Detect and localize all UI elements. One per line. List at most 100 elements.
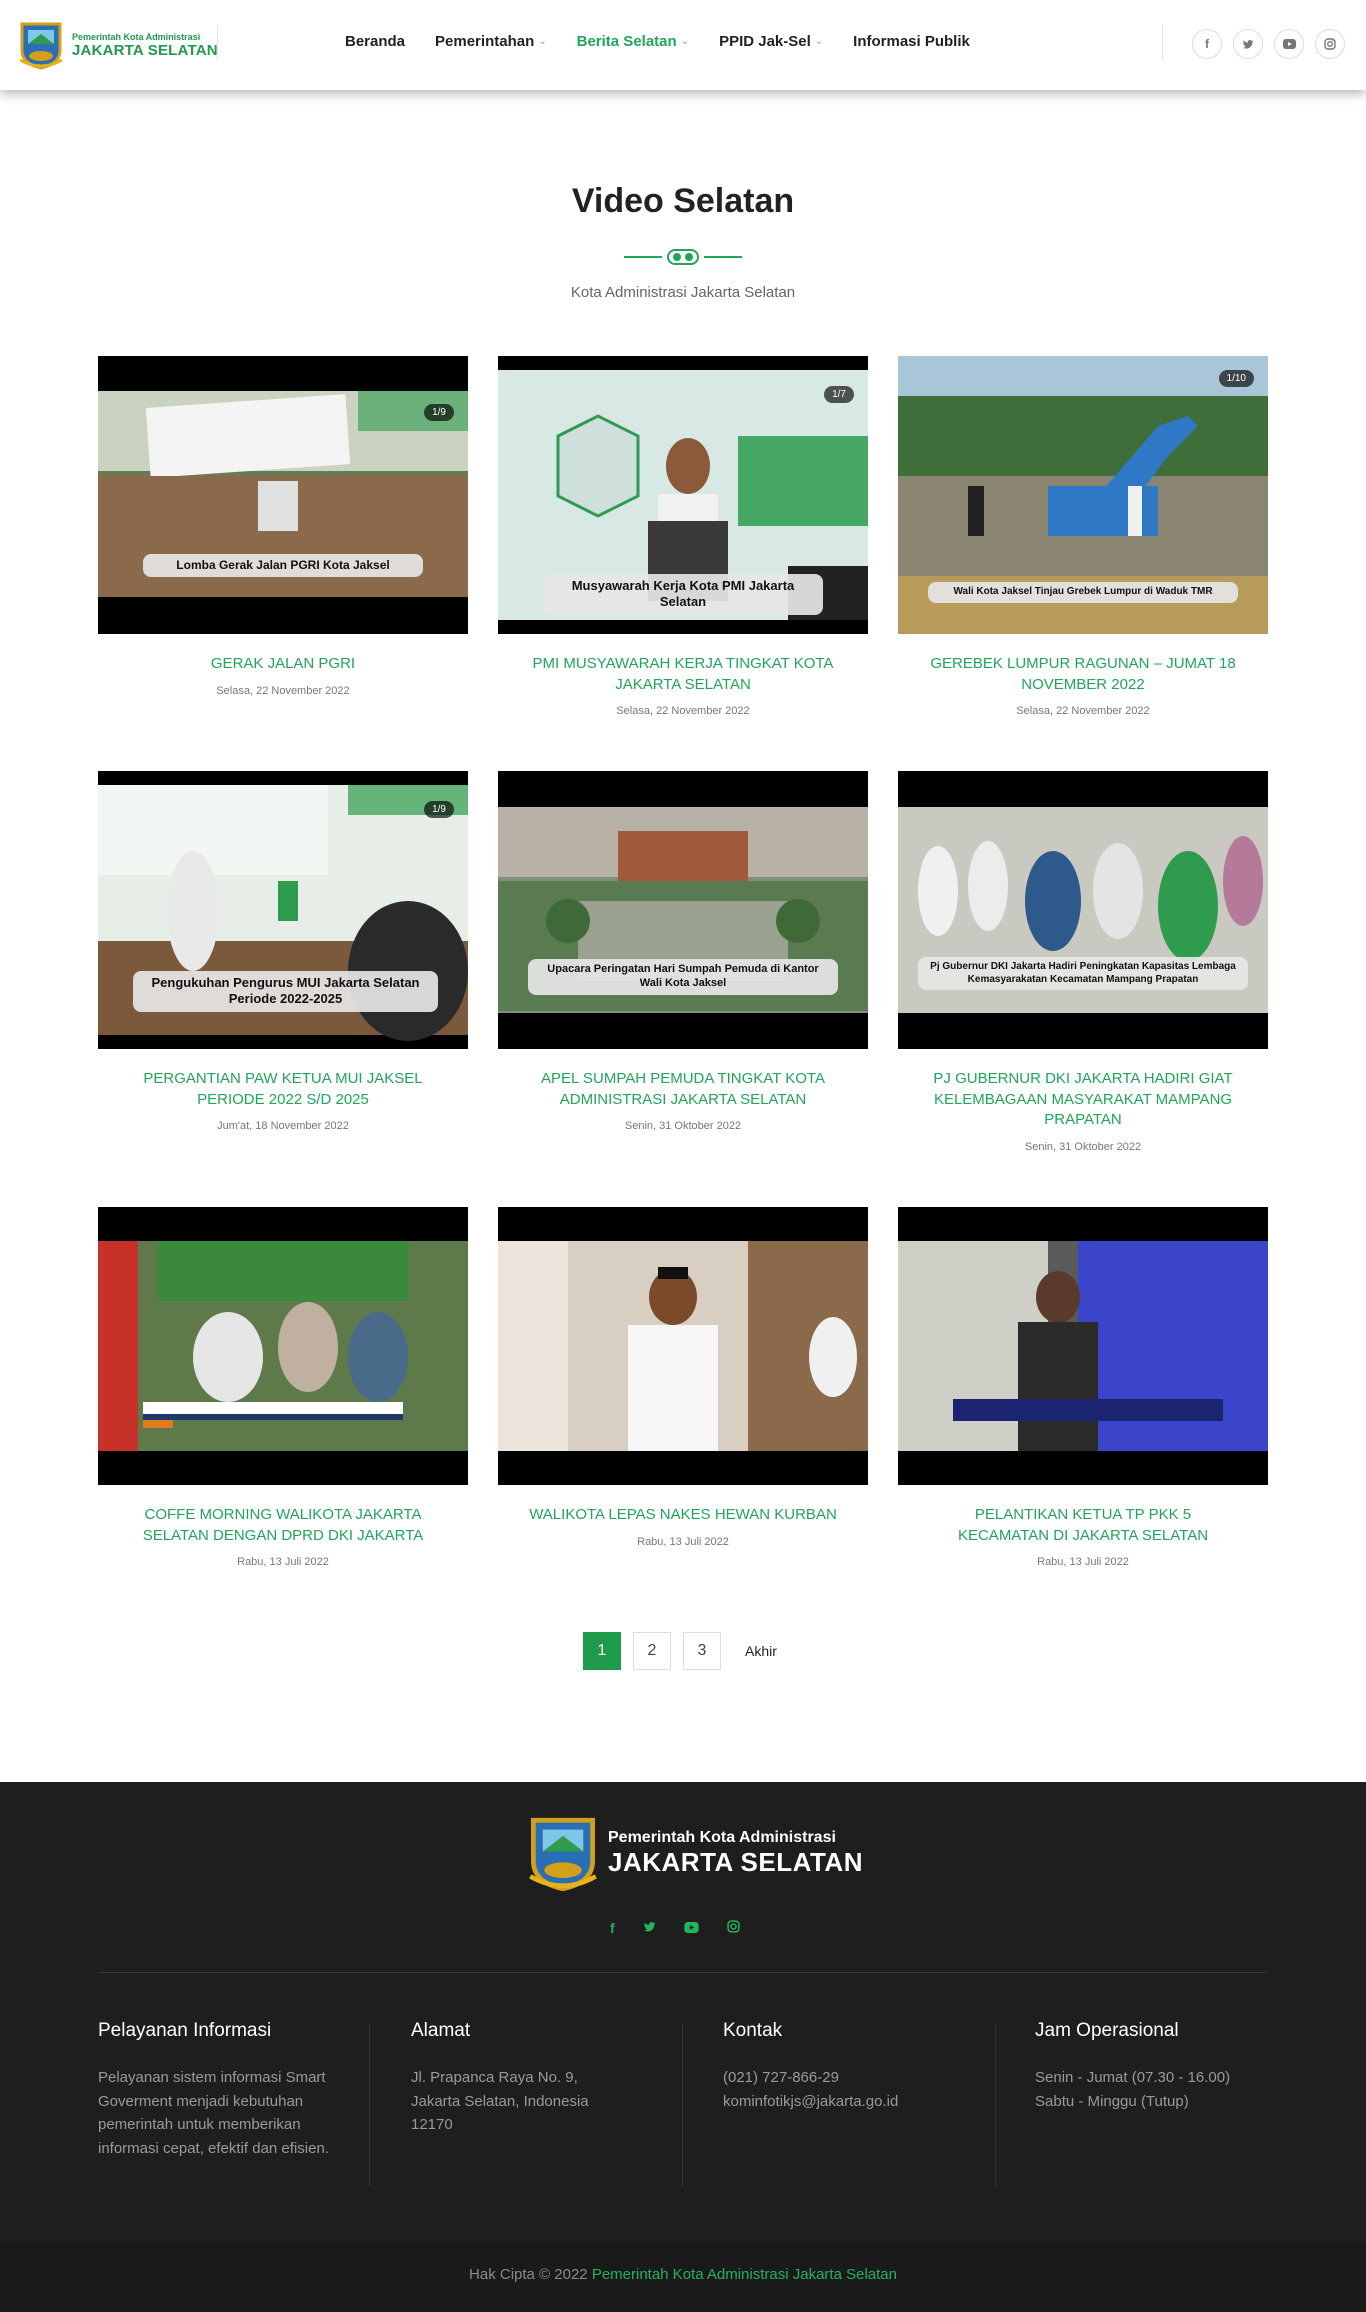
thumbnail-caption: Upacara Peringatan Hari Sumpah Pemuda di…	[528, 959, 838, 995]
header-social: f	[1162, 24, 1345, 60]
footer-social: f	[610, 1920, 740, 1936]
video-date: Senin, 31 Oktober 2022	[624, 1120, 742, 1133]
video-card[interactable]: Pj Gubernur DKI Jakarta Hadiri Peningkat…	[898, 771, 1268, 1153]
video-date: Selasa, 22 November 2022	[1016, 705, 1150, 718]
chevron-down-icon: ⌄	[680, 36, 690, 47]
video-thumbnail[interactable]: Pj Gubernur DKI Jakarta Hadiri Peningkat…	[898, 771, 1268, 1049]
video-card[interactable]: 1/7 Musyawarah Kerja Kota PMI Jakarta Se…	[498, 356, 868, 717]
youtube-icon[interactable]	[684, 1920, 699, 1936]
video-card[interactable]: 1/9 Pengukuhan Pengurus MUI Jakarta Sela…	[98, 771, 468, 1132]
video-card[interactable]: WALIKOTA LEPAS NAKES HEWAN KURBAN Rabu, …	[498, 1207, 868, 1548]
video-title[interactable]: PERGANTIAN PAW KETUA MUI JAKSEL PERIODE …	[98, 1069, 468, 1110]
facebook-icon[interactable]: f	[1192, 29, 1222, 59]
thumbnail-image	[898, 1241, 1268, 1451]
thumbnail-image	[98, 391, 468, 597]
logo-big-text: JAKARTA SELATAN	[72, 41, 218, 59]
nav-item-informasi-publik[interactable]: Informasi Publik	[853, 33, 970, 50]
nav-label: PPID Jak-Sel	[719, 33, 811, 50]
page-2-button[interactable]: 2	[633, 1632, 671, 1670]
footer-col-divider	[995, 2024, 996, 2186]
video-title[interactable]: APEL SUMPAH PEMUDA TINGKAT KOTA ADMINIST…	[498, 1069, 868, 1110]
site-logo[interactable]: Pemerintah Kota Administrasi JAKARTA SEL…	[18, 20, 218, 70]
video-title[interactable]: PMI MUSYAWARAH KERJA TINGKAT KOTA JAKART…	[498, 654, 868, 695]
page-1-button[interactable]: 1	[583, 1632, 621, 1670]
crest-icon	[19, 22, 63, 70]
thumbnail-image	[498, 807, 868, 1013]
instagram-icon[interactable]	[1315, 29, 1345, 59]
last-page-link[interactable]: Akhir	[733, 1643, 777, 1659]
video-thumbnail[interactable]: 1/9 Lomba Gerak Jalan PGRI Kota Jaksel	[98, 356, 468, 634]
video-date: Rabu, 13 Juli 2022	[1037, 1556, 1129, 1569]
nav-item-beranda[interactable]: Beranda	[345, 33, 405, 50]
slide-counter: 1/9	[424, 404, 454, 421]
video-thumbnail[interactable]: Upacara Peringatan Hari Sumpah Pemuda di…	[498, 771, 868, 1049]
video-title[interactable]: GEREBEK LUMPUR RAGUNAN – JUMAT 18 NOVEMB…	[898, 654, 1268, 695]
main-nav: Beranda Pemerintahan ⌄ Berita Selatan ⌄ PP…	[345, 33, 970, 50]
footer-col-pelayanan: Pelayanan Informasi Pelayanan sistem inf…	[98, 2020, 348, 2161]
video-thumbnail[interactable]: 1/10 Wali Kota Jaksel Tinjau Grebek Lump…	[898, 356, 1268, 634]
title-divider-icon	[624, 249, 742, 265]
video-title[interactable]: PELANTIKAN KETUA TP PKK 5 KECAMATAN DI J…	[898, 1505, 1268, 1546]
nav-item-ppid[interactable]: PPID Jak-Sel ⌄	[719, 33, 823, 50]
footer-divider	[98, 1972, 1268, 1973]
footer-col-heading: Kontak	[723, 2020, 783, 2041]
nav-item-berita-selatan[interactable]: Berita Selatan ⌄	[577, 33, 689, 50]
logo-small-text: Pemerintah Kota Administrasi	[72, 31, 201, 42]
chevron-down-icon: ⌄	[814, 36, 824, 47]
page-title: Video Selatan	[571, 182, 795, 220]
video-thumbnail[interactable]: 1/9 Pengukuhan Pengurus MUI Jakarta Sela…	[98, 771, 468, 1049]
video-card[interactable]: PELANTIKAN KETUA TP PKK 5 KECAMATAN DI J…	[898, 1207, 1268, 1568]
video-date: Rabu, 13 Juli 2022	[237, 1556, 329, 1569]
copyright-link[interactable]: Pemerintah Kota Administrasi Jakarta Sel…	[592, 2266, 897, 2283]
footer-logo-small: Pemerintah Kota Administrasi	[608, 1828, 836, 1846]
nav-label: Beranda	[345, 33, 406, 50]
video-card[interactable]: 1/10 Wali Kota Jaksel Tinjau Grebek Lump…	[898, 356, 1268, 717]
facebook-icon[interactable]: f	[610, 1920, 615, 1936]
footer-col-text: Senin - Jumat (07.30 - 16.00) Sabtu - Mi…	[1035, 2069, 1231, 2110]
logo-divider	[217, 25, 218, 61]
footer-col-divider	[682, 2024, 683, 2186]
page-3-button[interactable]: 3	[683, 1632, 721, 1670]
footer-logo[interactable]: Pemerintah Kota Administrasi JAKARTA SEL…	[526, 1814, 863, 1892]
video-title[interactable]: GERAK JALAN PGRI	[98, 654, 468, 675]
video-thumbnail[interactable]	[898, 1207, 1268, 1485]
footer-col-jam: Jam Operasional Senin - Jumat (07.30 - 1…	[1035, 2020, 1265, 2113]
site-footer: Pemerintah Kota Administrasi JAKARTA SEL…	[0, 1782, 1366, 2242]
video-card[interactable]: COFFE MORNING WALIKOTA JAKARTA SELATAN D…	[98, 1207, 468, 1568]
instagram-icon[interactable]	[726, 1920, 740, 1936]
video-card[interactable]: 1/9 Lomba Gerak Jalan PGRI Kota Jaksel G…	[98, 356, 468, 697]
footer-col-kontak: Kontak (021) 727-866-29 kominfotikjs@jak…	[723, 2020, 953, 2113]
video-thumbnail[interactable]	[98, 1207, 468, 1485]
nav-label: Berita Selatan	[576, 33, 677, 50]
slide-counter: 1/7	[824, 386, 854, 403]
footer-col-alamat: Alamat Jl. Prapanca Raya No. 9, Jakarta …	[411, 2020, 631, 2137]
slide-counter: 1/9	[424, 801, 454, 818]
video-title[interactable]: WALIKOTA LEPAS NAKES HEWAN KURBAN	[498, 1505, 868, 1526]
footer-col-heading: Jam Operasional	[1035, 2020, 1179, 2041]
footer-col-text[interactable]: (021) 727-866-29 kominfotikjs@jakarta.go…	[723, 2066, 953, 2113]
copyright-text: Hak Cipta © 2022	[469, 2266, 588, 2283]
footer-logo-big: JAKARTA SELATAN	[608, 1846, 863, 1877]
thumbnail-image	[98, 1241, 468, 1451]
video-date: Senin, 31 Oktober 2022	[1024, 1141, 1142, 1154]
video-title[interactable]: PJ GUBERNUR DKI JAKARTA HADIRI GIAT KELE…	[898, 1069, 1268, 1131]
footer-col-divider	[369, 2024, 370, 2186]
thumbnail-image	[498, 1241, 868, 1451]
twitter-icon[interactable]	[643, 1920, 656, 1936]
video-title[interactable]: COFFE MORNING WALIKOTA JAKARTA SELATAN D…	[98, 1505, 468, 1546]
chevron-down-icon: ⌄	[538, 36, 547, 47]
footer-col-heading: Alamat	[411, 2020, 471, 2041]
pagination: 1 2 3 Akhir	[583, 1632, 777, 1670]
video-thumbnail[interactable]: 1/7 Musyawarah Kerja Kota PMI Jakarta Se…	[498, 356, 868, 634]
nav-label: Pemerintahan	[435, 33, 535, 50]
thumbnail-caption: Lomba Gerak Jalan PGRI Kota Jaksel	[143, 554, 423, 577]
nav-item-pemerintahan[interactable]: Pemerintahan ⌄	[435, 33, 547, 50]
twitter-icon[interactable]	[1233, 29, 1263, 59]
video-card[interactable]: Upacara Peringatan Hari Sumpah Pemuda di…	[498, 771, 868, 1132]
youtube-icon[interactable]	[1274, 29, 1304, 59]
footer-col-heading: Pelayanan Informasi	[98, 2020, 272, 2041]
thumbnail-caption: Wali Kota Jaksel Tinjau Grebek Lumpur di…	[928, 582, 1238, 603]
video-thumbnail[interactable]	[498, 1207, 868, 1485]
nav-label: Informasi Publik	[853, 33, 970, 50]
footer-col-text: Jl. Prapanca Raya No. 9, Jakarta Selatan…	[411, 2069, 589, 2134]
